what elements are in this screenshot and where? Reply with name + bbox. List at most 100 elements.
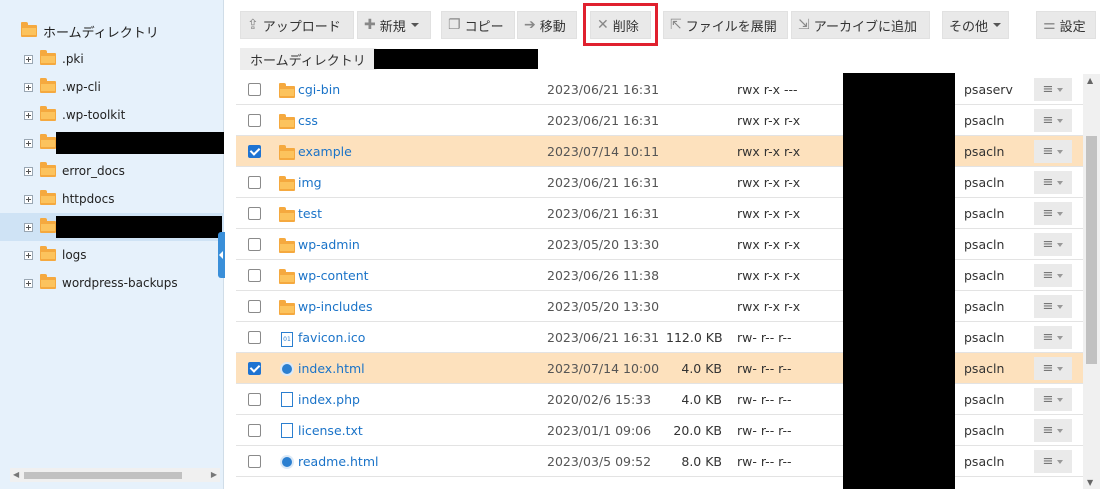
row-checkbox[interactable] [248,300,261,313]
row-checkbox[interactable] [248,269,261,282]
file-list-vertical-scrollbar[interactable]: ▲ ▼ [1083,74,1100,489]
file-name-link[interactable]: index.php [298,384,360,415]
row-actions-menu-button[interactable]: ≡ [1034,295,1072,318]
copy-button[interactable]: ❐ コピー [441,11,515,39]
other-dropdown-button[interactable]: その他 [942,11,1009,39]
table-row[interactable]: test 2023/06/21 16:31 rwx r-x r-x psacln ≡ [236,198,1083,229]
file-name-link[interactable]: example [298,136,352,167]
row-checkbox[interactable] [248,207,261,220]
scroll-up-arrow-icon[interactable]: ▲ [1087,76,1093,85]
file-name-link[interactable]: readme.html [298,446,378,477]
table-row[interactable]: license.txt 2023/01/1 09:06 20.0 KB rw- r--… [236,415,1083,446]
table-row[interactable]: wp-includes 2023/05/20 13:30 rwx r-x r-x ps… [236,291,1083,322]
new-dropdown-button[interactable]: ✚ 新規 [357,11,431,39]
table-row[interactable]: cgi-bin 2023/06/21 16:31 rwx r-x --- psaser… [236,74,1083,105]
expand-icon[interactable] [24,222,33,232]
tree-item-wordpress-backups[interactable]: wordpress-backups [0,269,224,297]
expand-icon[interactable] [24,250,33,260]
tree-item-error-docs[interactable]: error_docs [0,157,224,185]
row-actions-menu-button[interactable]: ≡ [1034,202,1072,225]
row-actions-menu-button[interactable]: ≡ [1034,109,1072,132]
file-name-link[interactable]: license.txt [298,415,363,446]
row-actions-menu-button[interactable]: ≡ [1034,388,1072,411]
row-actions-menu-button[interactable]: ≡ [1034,450,1072,473]
file-name-link[interactable]: wp-includes [298,291,372,322]
redaction-block [374,49,538,69]
table-row[interactable]: css 2023/06/21 16:31 rwx r-x r-x psacln ≡ [236,105,1083,136]
row-checkbox[interactable] [248,83,261,96]
file-name-link[interactable]: index.html [298,353,365,384]
add-to-archive-button[interactable]: ⇲ アーカイブに追加 [791,11,930,39]
row-checkbox[interactable] [248,176,261,189]
expand-icon[interactable] [24,138,33,148]
table-row[interactable]: index.html 2023/07/14 10:00 4.0 KB rw- r-- … [236,353,1083,384]
table-row[interactable]: img 2023/06/21 16:31 rwx r-x r-x psacln ≡ [236,167,1083,198]
settings-button[interactable]: ⚌ 設定 [1036,11,1096,39]
upload-button[interactable]: ⇪ アップロード [240,11,354,39]
table-row[interactable]: 01 favicon.ico 2023/06/21 16:31 112.0 KB rw-… [236,322,1083,353]
row-actions-menu-button[interactable]: ≡ [1034,357,1072,380]
table-row[interactable]: index.php 2020/02/6 15:33 4.0 KB rw- r-- r-… [236,384,1083,415]
row-checkbox[interactable] [248,362,261,375]
tree-item-httpdocs[interactable]: httpdocs [0,185,224,213]
file-size [666,136,722,167]
sidebar-collapse-handle[interactable] [218,232,225,278]
row-checkbox[interactable] [248,114,261,127]
file-name-link[interactable]: test [298,198,322,229]
tree-item-pki[interactable]: .pki [0,45,224,73]
table-row[interactable]: readme.html 2023/03/5 09:52 8.0 KB rw- r-- … [236,446,1083,477]
file-name-link[interactable]: wp-admin [298,229,360,260]
row-checkbox[interactable] [248,145,261,158]
tree-item-wp-cli[interactable]: .wp-cli [0,73,224,101]
expand-icon[interactable] [24,194,33,204]
row-actions-menu-button[interactable]: ≡ [1034,233,1072,256]
scrollbar-thumb[interactable] [24,472,182,479]
tree-item-wp-toolkit[interactable]: .wp-toolkit [0,101,224,129]
permissions: rwx r-x r-x [737,299,801,314]
breadcrumb-home[interactable]: ホームディレクトリ [240,48,385,70]
row-actions-menu-button[interactable]: ≡ [1034,264,1072,287]
expand-icon[interactable] [24,54,33,64]
expand-icon[interactable] [24,82,33,92]
expand-icon[interactable] [24,278,33,288]
table-row[interactable]: example 2023/07/14 10:11 rwx r-x r-x psacln… [236,136,1083,167]
chevron-down-icon [1057,242,1064,247]
table-row[interactable]: wp-content 2023/06/26 11:38 rwx r-x r-x psa… [236,260,1083,291]
tree-item-selected-redacted[interactable] [0,213,224,241]
row-actions-menu-button[interactable]: ≡ [1034,419,1072,442]
row-checkbox[interactable] [248,424,261,437]
scroll-right-arrow-icon[interactable]: ▶ [211,470,217,479]
row-checkbox[interactable] [248,238,261,251]
row-checkbox[interactable] [248,331,261,344]
file-name-link[interactable]: cgi-bin [298,74,340,105]
row-actions-menu-button[interactable]: ≡ [1034,326,1072,349]
tree-root-home[interactable]: ホームディレクトリ [21,20,159,42]
row-actions-menu-button[interactable]: ≡ [1034,78,1072,101]
expand-icon[interactable] [24,166,33,176]
file-name-link[interactable]: wp-content [298,260,369,291]
scroll-down-arrow-icon[interactable]: ▼ [1087,478,1093,487]
redaction-block [56,216,222,238]
tree-item-label: httpdocs [62,192,115,206]
hamburger-icon: ≡ [1042,299,1054,314]
file-name-link[interactable]: img [298,167,322,198]
scroll-left-arrow-icon[interactable]: ◀ [13,470,19,479]
file-name-link[interactable]: css [298,105,318,136]
row-actions-menu-button[interactable]: ≡ [1034,140,1072,163]
row-actions-menu-button[interactable]: ≡ [1034,171,1072,194]
table-row[interactable]: wp-admin 2023/05/20 13:30 rwx r-x r-x psacl… [236,229,1083,260]
hamburger-icon: ≡ [1042,392,1054,407]
scrollbar-thumb[interactable] [1086,136,1097,364]
expand-icon[interactable] [24,110,33,120]
row-checkbox[interactable] [248,455,261,468]
hamburger-icon: ≡ [1042,454,1054,469]
extract-files-button[interactable]: ⇱ ファイルを展開 [663,11,788,39]
file-type-icon-cell [279,229,295,260]
tree-item-logs[interactable]: logs [0,241,224,269]
row-checkbox[interactable] [248,393,261,406]
sidebar-horizontal-scrollbar[interactable]: ◀ ▶ [10,468,220,482]
chevron-down-icon [1057,149,1064,154]
tree-item-redacted[interactable] [0,129,224,157]
move-button[interactable]: ➔ 移動 [517,11,577,39]
file-name-link[interactable]: favicon.ico [298,322,365,353]
